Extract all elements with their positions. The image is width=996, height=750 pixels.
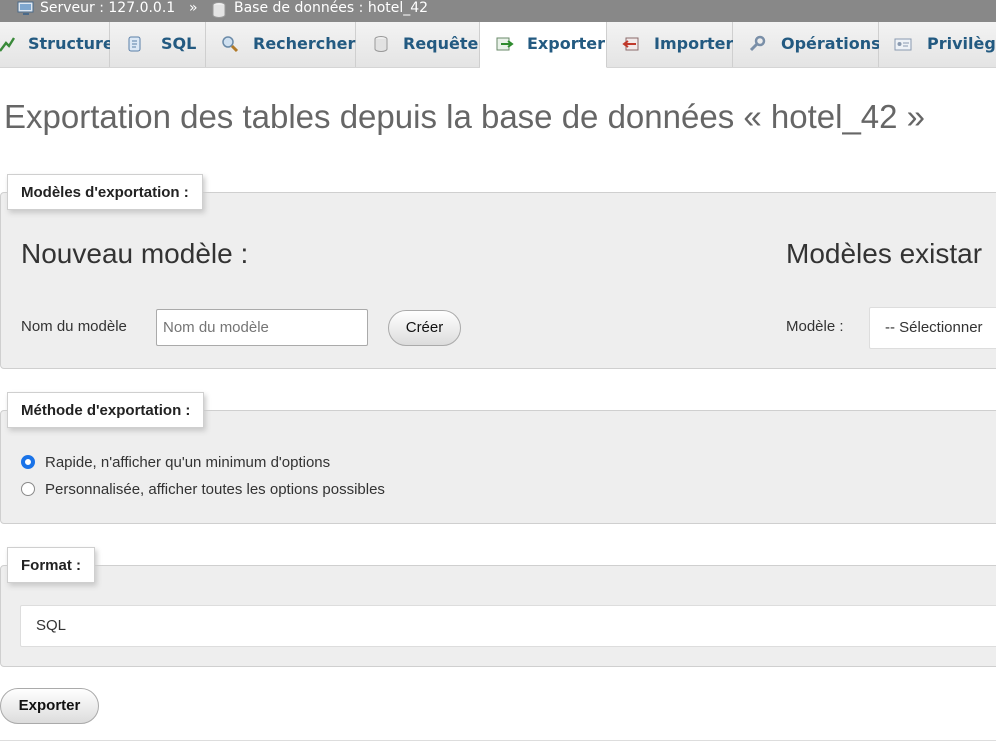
tab-importer[interactable]: Importer [607, 22, 733, 67]
format-select[interactable]: SQL [20, 605, 996, 647]
divider [0, 740, 996, 741]
import-icon [622, 35, 640, 53]
tab-label: Structure [28, 34, 114, 53]
model-label: Modèle : [786, 318, 844, 335]
export-method-legend: Méthode d'exportation : [7, 392, 205, 428]
tab-label: Rechercher [253, 34, 356, 53]
page-title: Exportation des tables depuis la base de… [4, 98, 926, 135]
tab-privileges[interactable]: Privilège [879, 22, 996, 67]
quick-export-radio[interactable] [21, 455, 35, 469]
format-legend: Format : [7, 547, 95, 583]
export-templates-section [0, 192, 996, 369]
wrench-icon [748, 35, 766, 53]
tab-label: SQL [161, 34, 197, 53]
custom-export-label[interactable]: Personnalisée, afficher toutes les optio… [45, 481, 385, 498]
template-name-label: Nom du modèle [21, 318, 127, 335]
sql-icon [126, 35, 144, 53]
tab-rechercher[interactable]: Rechercher [206, 22, 356, 67]
tab-requete[interactable]: Requête [356, 22, 480, 67]
tab-label: Opérations [781, 34, 881, 53]
quick-export-label[interactable]: Rapide, n'afficher qu'un minimum d'optio… [45, 454, 330, 471]
search-icon [221, 35, 239, 53]
breadcrumb-server[interactable]: Serveur : 127.0.0.1 [40, 0, 175, 18]
template-name-input[interactable] [156, 309, 368, 346]
tab-label: Privilège [927, 34, 996, 53]
tab-label: Importer [654, 34, 734, 53]
query-icon [372, 35, 390, 53]
tab-exporter[interactable]: Exporter [480, 22, 607, 68]
structure-icon [0, 35, 16, 53]
template-select[interactable]: -- Sélectionner [869, 307, 996, 349]
tab-label: Exporter [527, 34, 605, 53]
tab-sql[interactable]: SQL [110, 22, 206, 67]
tab-structure[interactable]: Structure [0, 22, 114, 67]
database-icon [212, 2, 226, 22]
server-icon [17, 1, 35, 21]
tab-bar: Structure SQL Rechercher Requête Exporte… [0, 22, 996, 68]
tab-label: Requête [403, 34, 479, 53]
export-templates-legend: Modèles d'exportation : [7, 174, 203, 210]
breadcrumb-separator: » [189, 0, 198, 16]
export-icon [496, 35, 514, 53]
new-template-heading: Nouveau modèle : [21, 238, 249, 269]
breadcrumb: Serveur : 127.0.0.1 » Base de données : … [0, 0, 996, 22]
create-template-button[interactable]: Créer [388, 310, 461, 346]
custom-export-radio[interactable] [21, 482, 35, 496]
existing-templates-heading: Modèles existar [786, 238, 983, 269]
tab-operations[interactable]: Opérations [733, 22, 881, 67]
export-button[interactable]: Exporter [0, 688, 99, 724]
breadcrumb-database[interactable]: Base de données : hotel_42 [234, 0, 428, 18]
privileges-icon [894, 35, 912, 53]
